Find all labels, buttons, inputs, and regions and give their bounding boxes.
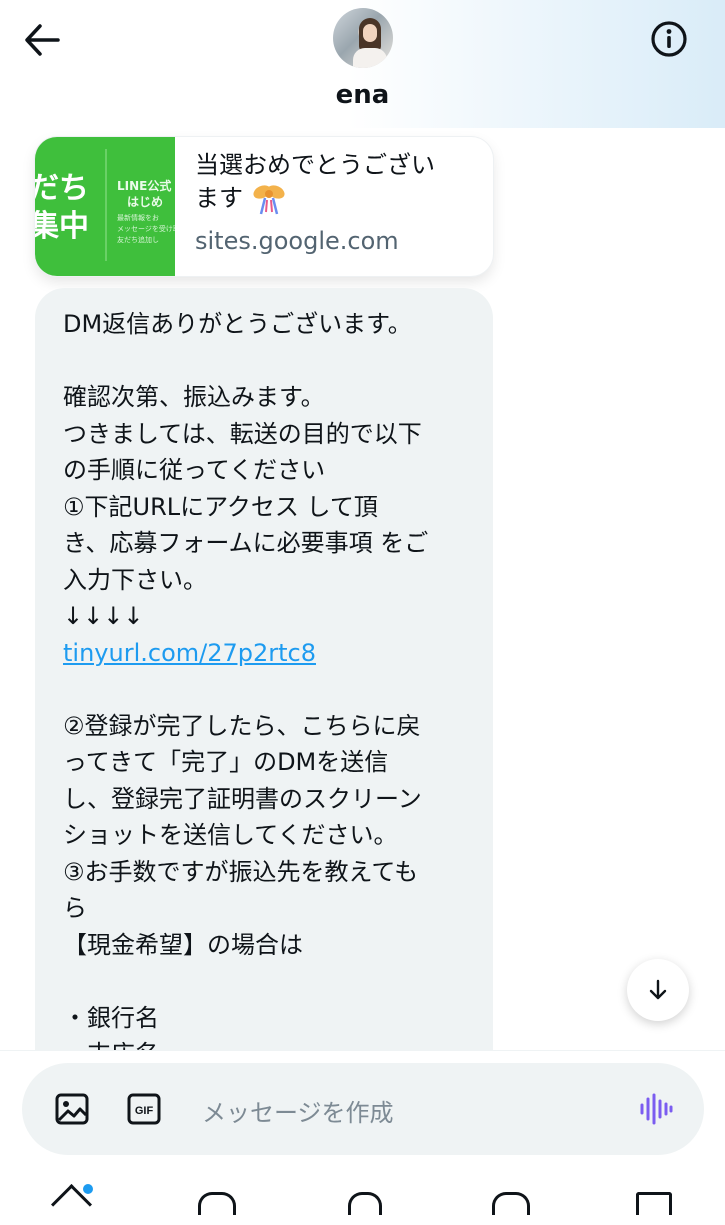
message-line: ってきて「完了」のDMを送信: [63, 748, 389, 776]
message-bubble[interactable]: DM返信ありがとうございます。 確認次第、振込みます。つきましては、転送の目的で…: [35, 288, 493, 1088]
add-gif-button[interactable]: GIF: [126, 1091, 162, 1127]
notifications-icon[interactable]: [492, 1192, 530, 1215]
back-button[interactable]: [22, 22, 62, 58]
message-line: し、登録完了証明書のスクリーン: [63, 784, 422, 813]
message-line: ②登録が完了したら、こちらに戻: [63, 711, 421, 740]
search-icon[interactable]: [198, 1192, 236, 1215]
conversation-username[interactable]: ena: [0, 80, 725, 110]
thumbnail-text: 最新情報をお: [117, 214, 159, 222]
arrow-down-icon: [649, 979, 667, 1000]
thumbnail-text: だち: [35, 171, 89, 206]
message-composer[interactable]: GIF メッセージを作成: [22, 1063, 704, 1155]
message-line: [63, 343, 483, 380]
message-line: ら: [63, 894, 87, 922]
ribbon-emoji-icon: [253, 185, 285, 215]
voice-wave-icon: [640, 1093, 673, 1125]
message-line: ・銀行名: [63, 1003, 159, 1032]
message-line: ③お手数ですが振込先を教えても: [63, 857, 419, 886]
conversation-info-button[interactable]: [648, 18, 690, 60]
message-line: [63, 963, 483, 1000]
info-circle-icon: [651, 21, 687, 57]
link-preview-domain: sites.google.com: [195, 227, 399, 255]
message-link[interactable]: tinyurl.com/27p2rtc8: [63, 635, 483, 672]
thumbnail-text: 友だち追加し: [117, 236, 159, 244]
arrow-left-icon: [25, 24, 60, 56]
voice-message-button[interactable]: [638, 1091, 674, 1127]
messages-icon[interactable]: [636, 1192, 672, 1215]
message-line: つきましては、転送の目的で以下: [63, 419, 422, 448]
message-line: き、応募フォームに必要事項 をご: [63, 529, 429, 557]
scroll-to-bottom-button[interactable]: [627, 959, 689, 1021]
thumbnail-text: はじめ: [127, 195, 164, 209]
message-input[interactable]: メッセージを作成: [202, 1093, 394, 1128]
svg-text:GIF: GIF: [135, 1105, 154, 1117]
thumbnail-text: 集中: [35, 209, 89, 244]
message-line: 確認次第、振込みます。: [63, 383, 325, 411]
link-preview-thumbnail: だち 集中 LINE公式 はじめ 最新情報をお メッセージを受け取る 友だち追加…: [35, 137, 175, 276]
bottom-navigation: [0, 1178, 725, 1225]
message-text: DM返信ありがとうございます。 確認次第、振込みます。つきましては、転送の目的で…: [63, 306, 483, 1073]
image-icon: [55, 1093, 89, 1125]
message-line: 【現金希望】の場合は: [63, 930, 303, 959]
message-line: [63, 671, 483, 708]
conversation-header: ena: [0, 0, 725, 128]
avatar[interactable]: [333, 8, 393, 68]
gif-icon: GIF: [127, 1093, 161, 1125]
communities-icon[interactable]: [348, 1192, 382, 1215]
message-line: ↓↓↓↓: [63, 602, 144, 630]
message-line: の手順に従ってください: [63, 456, 326, 484]
thumbnail-text: メッセージを受け取る: [117, 225, 175, 233]
add-image-button[interactable]: [54, 1091, 90, 1127]
notification-dot: [83, 1184, 93, 1194]
message-line: 入力下さい。: [63, 565, 207, 594]
link-preview-card[interactable]: だち 集中 LINE公式 はじめ 最新情報をお メッセージを受け取る 友だち追加…: [35, 137, 493, 276]
link-preview-title: 当選おめでとうござい ます: [195, 149, 485, 216]
message-line: ①下記URLにアクセス して頂: [63, 492, 378, 521]
thumbnail-text: LINE公式: [117, 179, 172, 193]
message-line: DM返信ありがとうございます。: [63, 310, 412, 338]
message-line: ショットを送信してください。: [63, 821, 398, 849]
thumbnail-divider: [105, 149, 107, 261]
